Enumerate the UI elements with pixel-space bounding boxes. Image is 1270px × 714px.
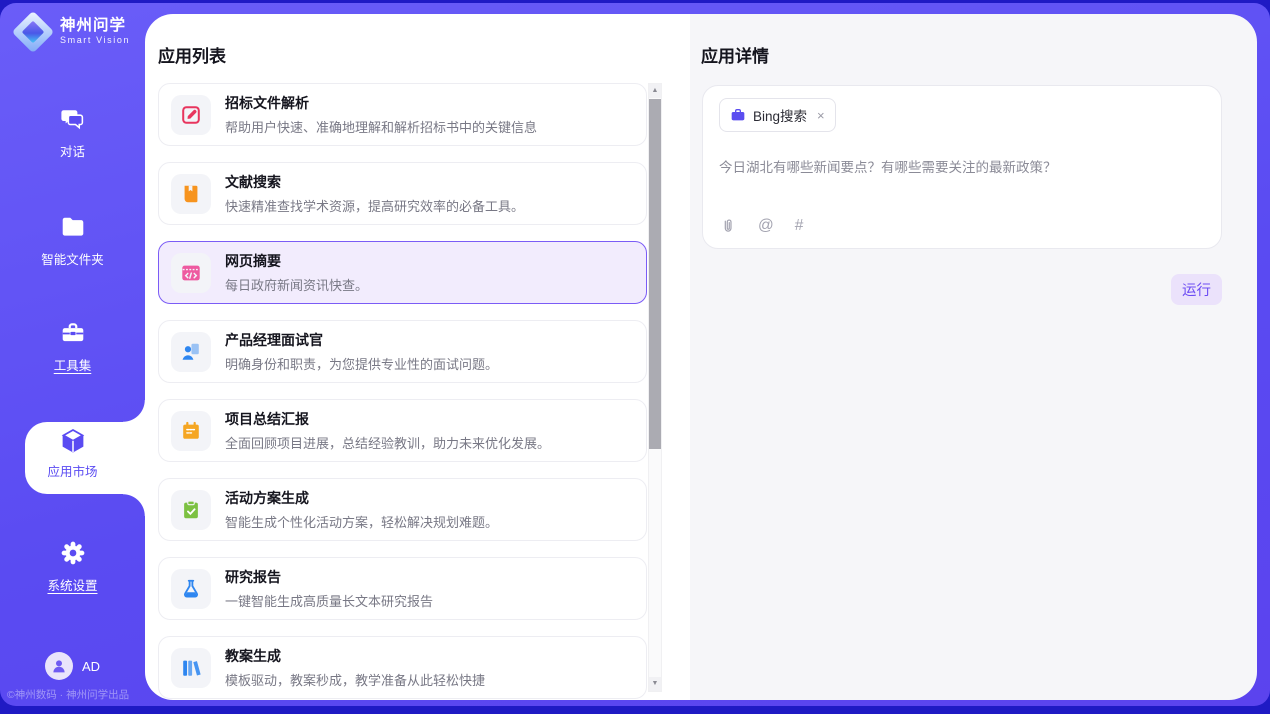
app-card[interactable]: 产品经理面试官 明确身份和职责，为您提供专业性的面试问题。 — [158, 320, 647, 383]
folder-icon — [0, 214, 145, 244]
avatar — [45, 652, 73, 680]
prompt-text[interactable]: 今日湖北有哪些新闻要点？有哪些需要关注的最新政策？ — [719, 156, 1205, 176]
app-card[interactable]: 项目总结汇报 全面回顾项目进展，总结经验教训，助力未来优化发展。 — [158, 399, 647, 462]
app-card[interactable]: 网页摘要 每日政府新闻资讯快查。 — [158, 241, 647, 304]
chat-icon — [0, 106, 145, 136]
brand: 神州问学 Smart Vision — [15, 14, 130, 50]
scrollbar-up-arrow-icon[interactable]: ▲ — [649, 84, 661, 98]
toolbox-icon — [0, 320, 145, 350]
app-window: 神州问学 Smart Vision 对话 智能文件夹 工具集 应用市场 系统设置 — [0, 3, 1270, 706]
doc-edit-icon — [171, 95, 211, 135]
hash-icon[interactable]: # — [795, 217, 804, 235]
at-icon[interactable]: @ — [758, 217, 774, 235]
close-icon[interactable]: × — [817, 109, 825, 122]
sidebar-item-label: 工具集 — [54, 355, 92, 374]
app-detail-panel: 应用详情 Bing搜索 × 今日湖北有哪些新闻要点？有哪些需要关注的最新政策？ … — [690, 14, 1257, 700]
user-initials: AD — [82, 659, 100, 674]
paperclip-icon[interactable] — [720, 218, 737, 235]
app-card-list: 招标文件解析 帮助用户快速、准确地理解和解析招标书中的关键信息 文献搜索 快速精… — [158, 83, 647, 700]
tab-curve-top — [123, 400, 145, 422]
app-card-description: 全面回顾项目进展，总结经验教训，助力未来优化发展。 — [225, 433, 550, 452]
app-card[interactable]: 文献搜索 快速精准查找学术资源，提高研究效率的必备工具。 — [158, 162, 647, 225]
app-card-description: 快速精准查找学术资源，提高研究效率的必备工具。 — [225, 196, 524, 215]
desktop-frame: 神州问学 Smart Vision 对话 智能文件夹 工具集 应用市场 系统设置 — [0, 0, 1270, 714]
app-card-title: 产品经理面试官 — [225, 330, 498, 350]
app-card-title: 活动方案生成 — [225, 488, 498, 508]
prompt-composer[interactable]: Bing搜索 × 今日湖北有哪些新闻要点？有哪些需要关注的最新政策？ @# — [702, 85, 1222, 249]
app-card-title: 招标文件解析 — [225, 93, 537, 113]
app-card-description: 明确身份和职责，为您提供专业性的面试问题。 — [225, 354, 498, 373]
sidebar-item-3[interactable]: 工具集 — [0, 320, 145, 384]
tool-chip-label: Bing搜索 — [753, 105, 807, 125]
app-card-title: 文献搜索 — [225, 172, 524, 192]
tab-curve-bottom — [123, 494, 145, 516]
sidebar-item-label: 系统设置 — [47, 575, 97, 594]
app-card-title: 网页摘要 — [225, 251, 368, 271]
brand-logo-icon — [15, 14, 51, 50]
brand-name: 神州问学 — [60, 18, 130, 34]
sidebar: 神州问学 Smart Vision 对话 智能文件夹 工具集 应用市场 系统设置 — [0, 3, 145, 706]
scrollbar[interactable]: ▲ ▼ — [648, 83, 662, 692]
tool-chip-bing-search[interactable]: Bing搜索 × — [719, 98, 836, 132]
flask-icon — [171, 569, 211, 609]
scrollbar-thumb[interactable] — [649, 99, 661, 449]
composer-toolbar: @# — [720, 217, 803, 235]
book-icon — [171, 174, 211, 214]
cube-icon — [0, 426, 145, 456]
note-icon — [171, 411, 211, 451]
sidebar-item-label: 智能文件夹 — [41, 249, 104, 268]
interview-icon — [171, 332, 211, 372]
sidebar-item-1[interactable]: 对话 — [0, 106, 145, 170]
sidebar-item-2[interactable]: 智能文件夹 — [0, 214, 145, 278]
sidebar-item-label: 应用市场 — [47, 461, 97, 480]
brand-subtitle: Smart Vision — [60, 36, 130, 45]
copyright-footer: ©神州数码 · 神州问学出品 — [7, 687, 129, 702]
sidebar-item-4[interactable]: 应用市场 — [0, 426, 145, 490]
app-list-panel: 应用列表 招标文件解析 帮助用户快速、准确地理解和解析招标书中的关键信息 文献搜… — [145, 14, 690, 700]
app-card[interactable]: 教案生成 模板驱动，教案秒成，教学准备从此轻松快捷 — [158, 636, 647, 699]
app-card[interactable]: 研究报告 一键智能生成高质量长文本研究报告 — [158, 557, 647, 620]
app-card-title: 项目总结汇报 — [225, 409, 550, 429]
sidebar-item-label: 对话 — [60, 141, 85, 160]
app-card[interactable]: 活动方案生成 智能生成个性化活动方案，轻松解决规划难题。 — [158, 478, 647, 541]
run-button[interactable]: 运行 — [1171, 274, 1222, 305]
app-card[interactable]: 招标文件解析 帮助用户快速、准确地理解和解析招标书中的关键信息 — [158, 83, 647, 146]
app-detail-title: 应用详情 — [701, 42, 769, 67]
app-card-description: 一键智能生成高质量长文本研究报告 — [225, 591, 433, 610]
books-icon — [171, 648, 211, 688]
briefcase-icon — [730, 107, 746, 123]
content-panels: 应用列表 招标文件解析 帮助用户快速、准确地理解和解析招标书中的关键信息 文献搜… — [145, 14, 1257, 700]
app-card-description: 智能生成个性化活动方案，轻松解决规划难题。 — [225, 512, 498, 531]
gear-icon — [0, 540, 145, 570]
app-card-title: 研究报告 — [225, 567, 433, 587]
app-list-title: 应用列表 — [158, 42, 226, 67]
sidebar-item-5[interactable]: 系统设置 — [0, 540, 145, 604]
app-card-description: 每日政府新闻资讯快查。 — [225, 275, 368, 294]
app-card-description: 模板驱动，教案秒成，教学准备从此轻松快捷 — [225, 670, 485, 689]
browser-icon — [171, 253, 211, 293]
app-card-description: 帮助用户快速、准确地理解和解析招标书中的关键信息 — [225, 117, 537, 136]
user-row[interactable]: AD — [0, 652, 145, 680]
scrollbar-down-arrow-icon[interactable]: ▼ — [649, 677, 661, 691]
clipboard-check-icon — [171, 490, 211, 530]
app-card-title: 教案生成 — [225, 646, 485, 666]
